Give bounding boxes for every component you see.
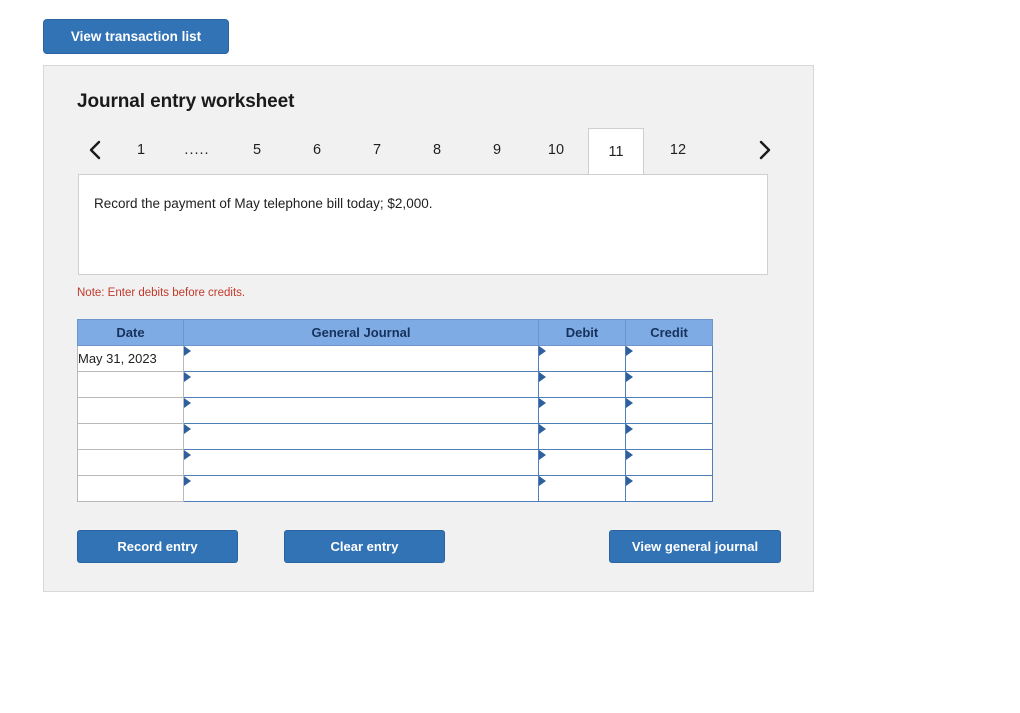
account-input[interactable]: [184, 477, 538, 500]
date-cell: [77, 449, 184, 476]
table-row: [77, 371, 713, 398]
worksheet-tab-strip: 1 ..... 5 6 7 8 9 10 11 12: [77, 128, 783, 174]
table-row: [77, 475, 713, 502]
credit-input[interactable]: [626, 425, 712, 448]
account-cell[interactable]: [183, 397, 539, 424]
cell-marker-icon: [539, 424, 546, 434]
debit-cell[interactable]: [538, 475, 626, 502]
account-cell[interactable]: [183, 423, 539, 450]
debit-cell[interactable]: [538, 345, 626, 372]
credit-input[interactable]: [626, 399, 712, 422]
cell-marker-icon: [184, 398, 191, 408]
table-header-row: Date General Journal Debit Credit: [77, 319, 713, 346]
column-header-credit: Credit: [625, 319, 713, 346]
view-general-journal-button[interactable]: View general journal: [609, 530, 781, 563]
credit-cell[interactable]: [625, 397, 713, 424]
credit-cell[interactable]: [625, 345, 713, 372]
tab-1[interactable]: 1: [113, 128, 169, 172]
cell-marker-icon: [184, 346, 191, 356]
account-cell[interactable]: [183, 345, 539, 372]
account-input[interactable]: [184, 425, 538, 448]
tab-10[interactable]: 10: [528, 128, 584, 172]
cell-marker-icon: [539, 476, 546, 486]
page-title: Journal entry worksheet: [77, 91, 295, 112]
clear-entry-button[interactable]: Clear entry: [284, 530, 445, 563]
debit-input[interactable]: [539, 399, 625, 422]
chevron-right-icon[interactable]: [747, 128, 783, 172]
account-cell[interactable]: [183, 371, 539, 398]
tab-5[interactable]: 5: [229, 128, 285, 172]
table-row: [77, 397, 713, 424]
cell-marker-icon: [539, 450, 546, 460]
credit-cell[interactable]: [625, 371, 713, 398]
account-cell[interactable]: [183, 449, 539, 476]
journal-entry-table: Date General Journal Debit Credit May 31…: [77, 319, 713, 502]
tab-11[interactable]: 11: [588, 128, 644, 174]
cell-marker-icon: [539, 346, 546, 356]
debit-cell[interactable]: [538, 371, 626, 398]
table-row: [77, 449, 713, 476]
cell-marker-icon: [184, 372, 191, 382]
account-input[interactable]: [184, 399, 538, 422]
account-input[interactable]: [184, 373, 538, 396]
debit-input[interactable]: [539, 425, 625, 448]
debit-cell[interactable]: [538, 397, 626, 424]
column-header-debit: Debit: [538, 319, 626, 346]
tab-7[interactable]: 7: [349, 128, 405, 172]
cell-marker-icon: [626, 476, 633, 486]
debit-input[interactable]: [539, 451, 625, 474]
debit-input[interactable]: [539, 373, 625, 396]
cell-marker-icon: [626, 346, 633, 356]
date-cell: [77, 371, 184, 398]
cell-marker-icon: [184, 450, 191, 460]
date-cell: [77, 475, 184, 502]
table-row: May 31, 2023: [77, 345, 713, 372]
journal-entry-panel: Journal entry worksheet 1 ..... 5 6 7 8 …: [43, 65, 814, 592]
cell-marker-icon: [626, 398, 633, 408]
date-cell: May 31, 2023: [77, 345, 184, 372]
debit-input[interactable]: [539, 477, 625, 500]
view-transaction-list-button[interactable]: View transaction list: [43, 19, 229, 54]
account-input[interactable]: [184, 347, 538, 370]
credit-input[interactable]: [626, 451, 712, 474]
debit-cell[interactable]: [538, 423, 626, 450]
tab-8[interactable]: 8: [409, 128, 465, 172]
date-cell: [77, 423, 184, 450]
transaction-prompt-box: Record the payment of May telephone bill…: [78, 174, 768, 275]
date-cell: [77, 397, 184, 424]
tab-12[interactable]: 12: [650, 128, 706, 172]
cell-marker-icon: [539, 398, 546, 408]
debit-input[interactable]: [539, 347, 625, 370]
credit-input[interactable]: [626, 373, 712, 396]
debits-before-credits-note: Note: Enter debits before credits.: [77, 287, 246, 299]
credit-cell[interactable]: [625, 449, 713, 476]
chevron-left-icon[interactable]: [77, 128, 113, 172]
cell-marker-icon: [626, 372, 633, 382]
credit-input[interactable]: [626, 477, 712, 500]
cell-marker-icon: [184, 424, 191, 434]
transaction-prompt-text: Record the payment of May telephone bill…: [94, 196, 433, 211]
credit-cell[interactable]: [625, 475, 713, 502]
cell-marker-icon: [539, 372, 546, 382]
column-header-general-journal: General Journal: [183, 319, 539, 346]
cell-marker-icon: [184, 476, 191, 486]
table-row: [77, 423, 713, 450]
column-header-date: Date: [77, 319, 184, 346]
account-input[interactable]: [184, 451, 538, 474]
cell-marker-icon: [626, 450, 633, 460]
cell-marker-icon: [626, 424, 633, 434]
tab-ellipsis[interactable]: .....: [169, 128, 225, 172]
credit-cell[interactable]: [625, 423, 713, 450]
record-entry-button[interactable]: Record entry: [77, 530, 238, 563]
tab-9[interactable]: 9: [469, 128, 525, 172]
credit-input[interactable]: [626, 347, 712, 370]
debit-cell[interactable]: [538, 449, 626, 476]
tab-6[interactable]: 6: [289, 128, 345, 172]
account-cell[interactable]: [183, 475, 539, 502]
